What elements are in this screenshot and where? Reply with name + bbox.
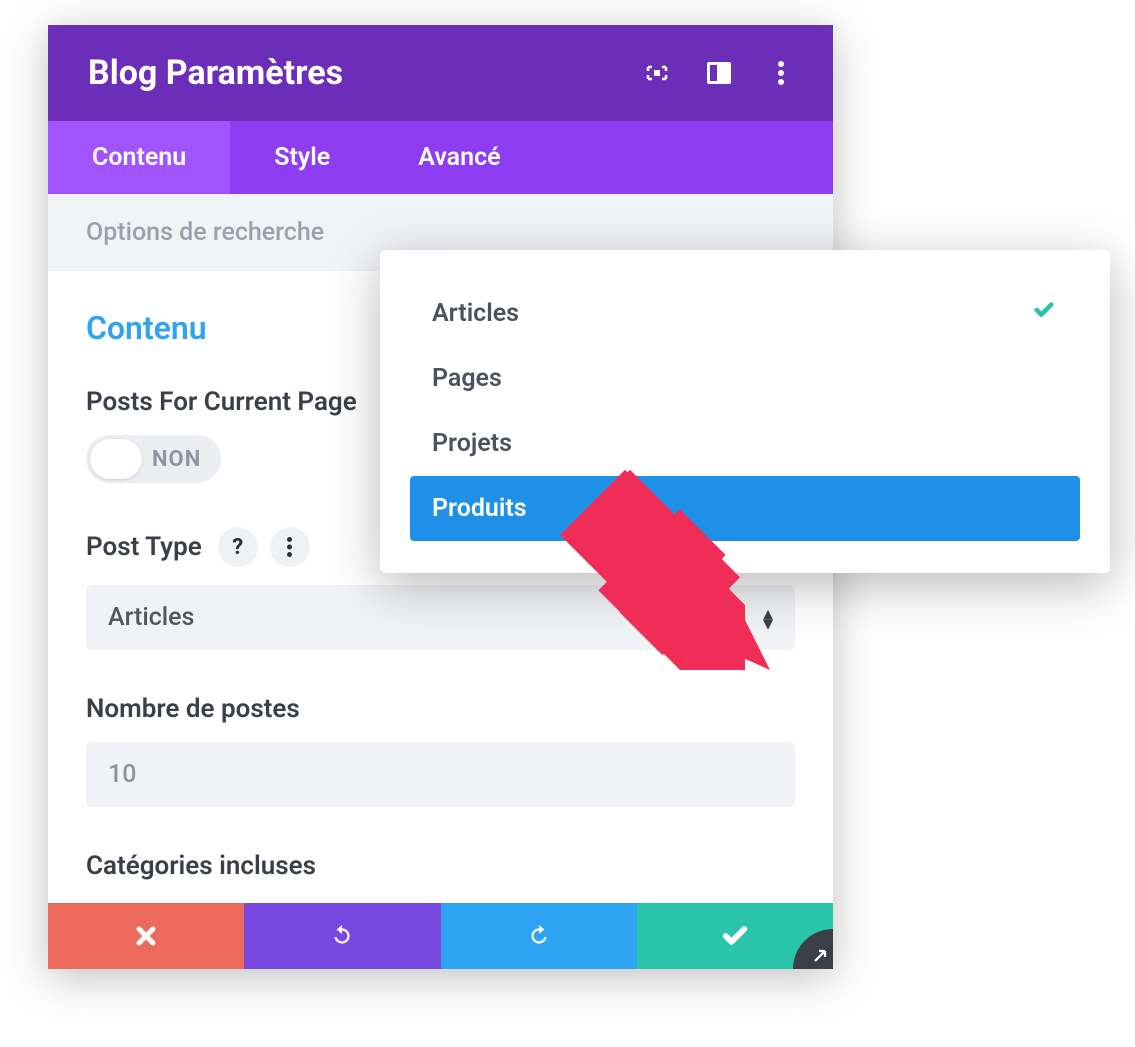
included-categories-label: Catégories incluses	[86, 851, 795, 881]
number-posts-label: Nombre de postes	[86, 694, 795, 724]
dropdown-item-products[interactable]: Produits	[410, 476, 1080, 541]
panel-title: Blog Paramètres	[88, 53, 343, 93]
help-icon[interactable]: ?	[218, 527, 258, 567]
footer	[48, 903, 833, 969]
select-value: Articles	[108, 603, 194, 632]
field-label-text: Catégories incluses	[86, 851, 316, 881]
tab-content[interactable]: Contenu	[48, 121, 230, 194]
field-label-text: Posts For Current Page	[86, 387, 357, 417]
expand-icon[interactable]	[645, 61, 669, 85]
cancel-button[interactable]	[48, 903, 244, 969]
dropdown-item-label: Projets	[432, 429, 512, 458]
more-icon[interactable]	[769, 61, 793, 85]
dropdown-item-pages[interactable]: Pages	[410, 346, 1080, 411]
resize-icon[interactable]	[793, 929, 833, 969]
undo-button[interactable]	[244, 903, 440, 969]
posts-current-page-toggle[interactable]: NON	[86, 435, 221, 483]
field-label-text: Nombre de postes	[86, 694, 300, 724]
dropdown-item-projects[interactable]: Projets	[410, 411, 1080, 476]
save-button[interactable]	[637, 903, 833, 969]
post-type-select[interactable]: Articles ▴▾	[86, 585, 795, 650]
toggle-knob	[90, 439, 142, 479]
header-icons	[645, 61, 793, 85]
dropdown-item-label: Produits	[432, 494, 527, 523]
number-posts-input[interactable]: 10	[86, 742, 795, 807]
dropdown-item-label: Pages	[432, 364, 502, 393]
options-icon[interactable]	[270, 527, 310, 567]
label-icons: ?	[218, 527, 310, 567]
tab-advanced[interactable]: Avancé	[374, 121, 544, 194]
post-type-dropdown: Articles Pages Projets Produits	[380, 250, 1110, 573]
dropdown-item-label: Articles	[432, 299, 519, 328]
field-label-text: Post Type	[86, 532, 202, 562]
panel-header: Blog Paramètres	[48, 25, 833, 121]
check-icon	[1030, 298, 1058, 328]
dropdown-item-articles[interactable]: Articles	[410, 280, 1080, 346]
select-arrows-icon: ▴▾	[763, 608, 773, 628]
layout-icon[interactable]	[707, 61, 731, 85]
toggle-label: NON	[142, 447, 217, 472]
tab-style[interactable]: Style	[230, 121, 374, 194]
tabs: Contenu Style Avancé	[48, 121, 833, 194]
redo-button[interactable]	[441, 903, 637, 969]
